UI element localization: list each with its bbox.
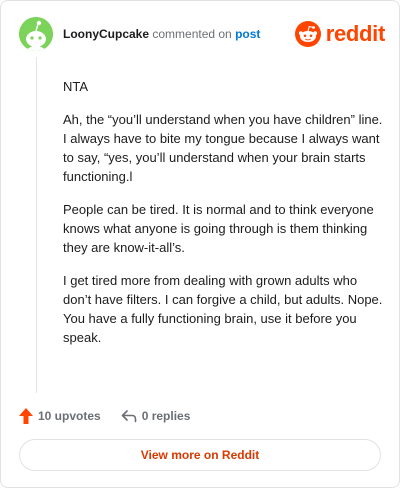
thread-line <box>36 57 37 393</box>
replies-button[interactable]: 0 replies <box>121 409 191 423</box>
reddit-wordmark: reddit <box>325 21 386 46</box>
comment-paragraph: People can be tired. It is normal and to… <box>63 202 374 255</box>
embedded-comment-card: LoonyCupcake commented on post reddit NT… <box>0 0 400 488</box>
comment-actions: 10 upvotes 0 replies <box>19 405 190 427</box>
reddit-brand[interactable]: reddit <box>294 19 386 49</box>
comment-header: LoonyCupcake commented on post reddit <box>19 17 385 53</box>
upvote-arrow-icon <box>19 408 38 424</box>
reddit-logo-icon <box>294 21 321 47</box>
snoo-avatar-icon[interactable] <box>19 17 53 51</box>
upvote-count: 10 upvotes <box>38 409 101 423</box>
view-more-button[interactable]: View more on Reddit <box>19 439 381 471</box>
upvote-button[interactable]: 10 upvotes <box>19 408 101 424</box>
comment-paragraph: NTA <box>63 79 89 94</box>
reply-arrow-icon <box>121 409 142 423</box>
comment-paragraph: I get tired more from dealing with grown… <box>63 273 383 345</box>
comment-paragraph: Ah, the “you’ll understand when you have… <box>63 112 383 184</box>
comment-body: NTA Ah, the “you’ll understand when you … <box>63 77 383 361</box>
reply-count: 0 replies <box>141 409 191 423</box>
commented-on-text: commented on <box>149 27 236 41</box>
post-link[interactable]: post <box>235 27 260 41</box>
commenter-line: LoonyCupcake commented on post <box>63 27 260 41</box>
username-link[interactable]: LoonyCupcake <box>63 27 149 41</box>
